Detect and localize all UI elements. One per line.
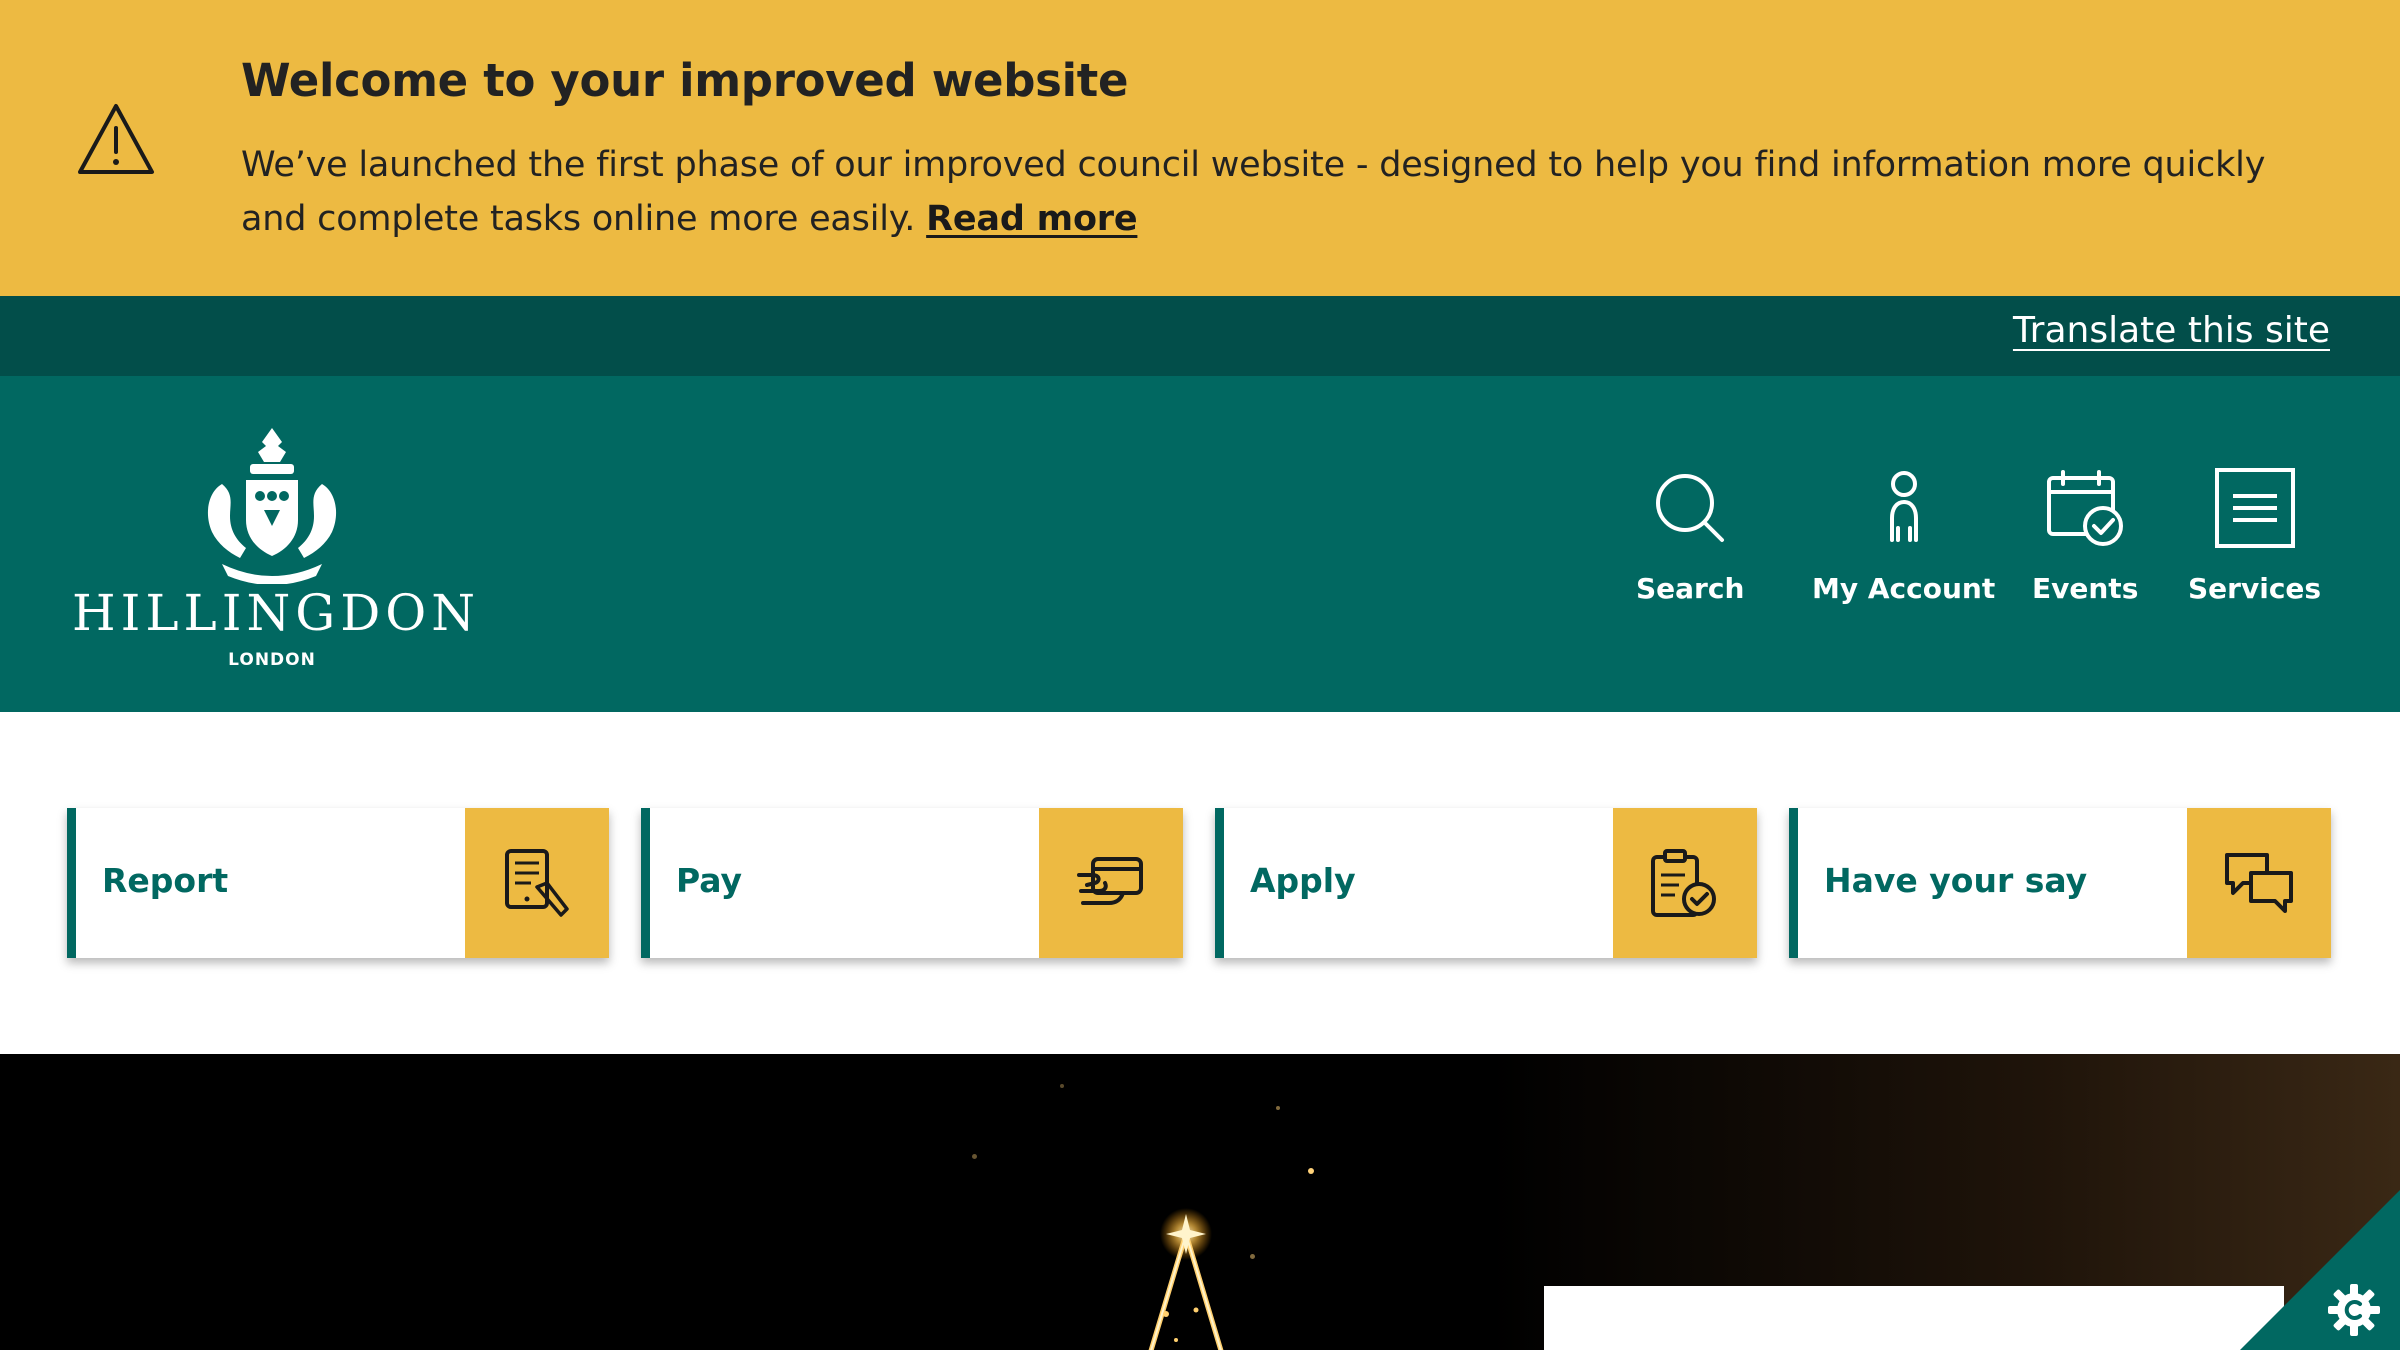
clipboard-check-icon xyxy=(1651,849,1716,917)
menu-icon xyxy=(2214,468,2295,548)
hero-content-card xyxy=(1544,1286,2284,1350)
sparkle xyxy=(1308,1168,1314,1174)
sparkle xyxy=(972,1154,977,1159)
quick-link-label: Report xyxy=(102,861,229,900)
search-icon xyxy=(1656,474,1725,542)
account-icon xyxy=(1889,471,1918,542)
cookie-settings-icon xyxy=(2328,1284,2380,1336)
header-nav-search[interactable]: Search xyxy=(1636,468,1744,618)
header-nav-services[interactable]: Services xyxy=(2188,468,2321,618)
christmas-tree-lights-image xyxy=(1148,1208,1224,1350)
announcement-text: We’ve launched the first phase of our im… xyxy=(241,145,2266,239)
site-announcement-banner: Welcome to your improved website We’ve l… xyxy=(0,0,2400,296)
hero-banner xyxy=(0,1054,2400,1350)
sparkle xyxy=(1276,1106,1280,1110)
header-nav-my-account[interactable]: My Account xyxy=(1812,468,1995,618)
utility-bar: Translate this site xyxy=(0,296,2400,376)
quick-link-icon-box xyxy=(465,808,609,958)
nav-label-services: Services xyxy=(2188,572,2322,605)
quick-link-label: Apply xyxy=(1250,861,1356,900)
report-document-icon xyxy=(505,849,569,917)
quick-link-apply[interactable]: Apply xyxy=(1215,808,1757,958)
quick-link-icon-box xyxy=(1613,808,1757,958)
nav-label-events: Events xyxy=(2032,572,2139,605)
site-header: HILLINGDON LONDON Search My Account Even… xyxy=(0,376,2400,712)
quick-link-icon-box xyxy=(2187,808,2331,958)
quick-link-icon-box xyxy=(1039,808,1183,958)
read-more-link[interactable]: Read more xyxy=(926,199,1137,239)
quick-link-have-your-say[interactable]: Have your say xyxy=(1789,808,2331,958)
warning-triangle-icon xyxy=(78,104,154,174)
quick-link-report[interactable]: Report xyxy=(67,808,609,958)
sparkle xyxy=(1060,1084,1064,1088)
logo-subtitle: LONDON xyxy=(228,650,316,670)
translate-site-link[interactable]: Translate this site xyxy=(2013,310,2330,351)
quick-link-label: Have your say xyxy=(1824,861,2088,900)
nav-label-my-account: My Account xyxy=(1812,572,1996,605)
coat-of-arms-icon xyxy=(207,428,337,584)
announcement-message: We’ve launched the first phase of our im… xyxy=(241,138,2291,246)
quick-link-pay[interactable]: Pay xyxy=(641,808,1183,958)
announcement-title: Welcome to your improved website xyxy=(241,54,1129,107)
logo-wordmark: HILLINGDON xyxy=(72,584,481,642)
quick-links-section: Report Pay Apply Have your say xyxy=(0,712,2400,1054)
hillingdon-logo[interactable]: HILLINGDON LONDON xyxy=(72,424,481,670)
sparkle xyxy=(1250,1254,1255,1259)
card-payment-icon xyxy=(1077,857,1143,905)
nav-label-search: Search xyxy=(1636,572,1745,605)
header-nav-events[interactable]: Events xyxy=(2032,468,2138,618)
chat-bubbles-icon xyxy=(2225,853,2293,913)
calendar-check-icon xyxy=(2047,470,2124,546)
quick-link-label: Pay xyxy=(676,861,743,900)
